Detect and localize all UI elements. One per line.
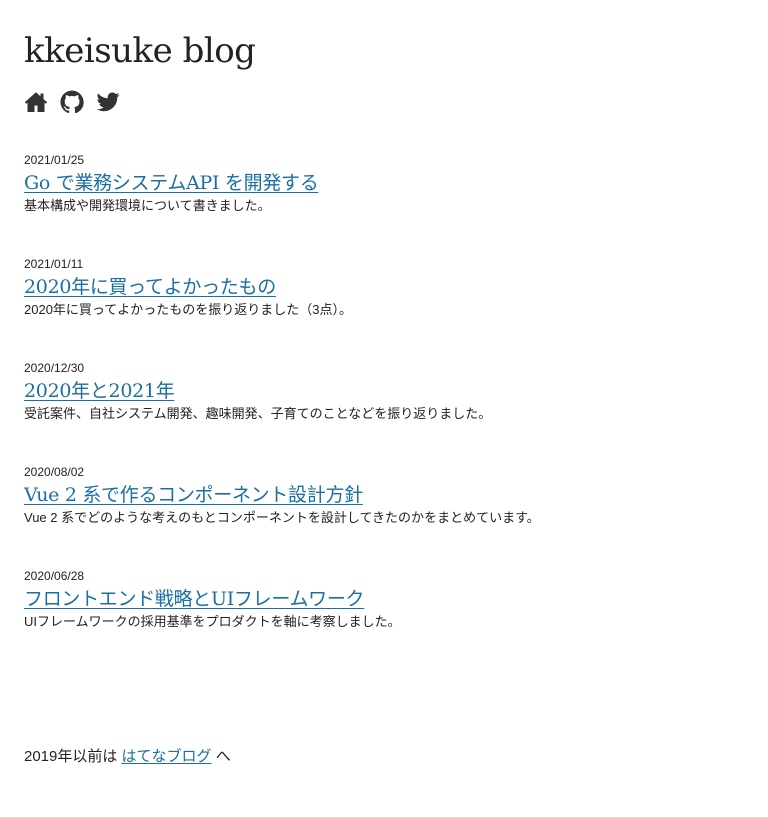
archive-note-prefix: 2019年以前は <box>24 748 122 765</box>
post-item: 2021/01/11 2020年に買ってよかったもの 2020年に買ってよかった… <box>24 256 744 360</box>
post-summary: UIフレームワークの採用基準をプロダクトを軸に考察しました。 <box>24 614 401 629</box>
post-title-link[interactable]: 2020年に買ってよかったもの <box>24 272 276 302</box>
post-title-link[interactable]: Vue 2 系で作るコンポーネント設計方針 <box>24 480 363 510</box>
post-date: 2020/12/30 <box>24 361 85 375</box>
post-summary: 基本構成や開発環境について書きました。 <box>24 198 271 213</box>
post-date: 2020/08/02 <box>24 465 85 479</box>
post-summary: Vue 2 系でどのような考えのもとコンポーネントを設計してきたのかをまとめてい… <box>24 510 540 525</box>
archive-note: 2019年以前は はてなブログ へ <box>24 746 231 768</box>
github-icon <box>60 90 84 114</box>
post-item: 2020/12/30 2020年と2021年 受託案件、自社システム開発、趣味開… <box>24 360 744 464</box>
post-summary: 2020年に買ってよかったものを振り返りました（3点）。 <box>24 302 353 317</box>
post-date: 2020/06/28 <box>24 569 85 583</box>
github-link[interactable] <box>60 90 84 114</box>
post-date: 2021/01/25 <box>24 153 85 167</box>
twitter-icon <box>96 90 120 114</box>
site-title[interactable]: kkeisuke blog <box>24 28 256 74</box>
home-link[interactable] <box>24 90 48 114</box>
twitter-link[interactable] <box>96 90 120 114</box>
post-date: 2021/01/11 <box>24 257 84 271</box>
post-title-link[interactable]: フロントエンド戦略とUIフレームワーク <box>24 584 365 614</box>
post-summary: 受託案件、自社システム開発、趣味開発、子育てのことなどを振り返りました。 <box>24 406 492 421</box>
post-item: 2020/06/28 フロントエンド戦略とUIフレームワーク UIフレームワーク… <box>24 568 744 672</box>
hatena-blog-link[interactable]: はてなブログ <box>122 748 212 765</box>
home-icon <box>24 90 48 114</box>
post-item: 2020/08/02 Vue 2 系で作るコンポーネント設計方針 Vue 2 系… <box>24 464 744 568</box>
archive-note-suffix: へ <box>211 748 231 765</box>
post-title-link[interactable]: Go で業務システムAPI を開発する <box>24 168 319 198</box>
post-item: 2021/01/25 Go で業務システムAPI を開発する 基本構成や開発環境… <box>24 152 744 256</box>
post-title-link[interactable]: 2020年と2021年 <box>24 376 175 406</box>
social-links <box>24 90 120 114</box>
post-list: 2021/01/25 Go で業務システムAPI を開発する 基本構成や開発環境… <box>24 152 744 672</box>
